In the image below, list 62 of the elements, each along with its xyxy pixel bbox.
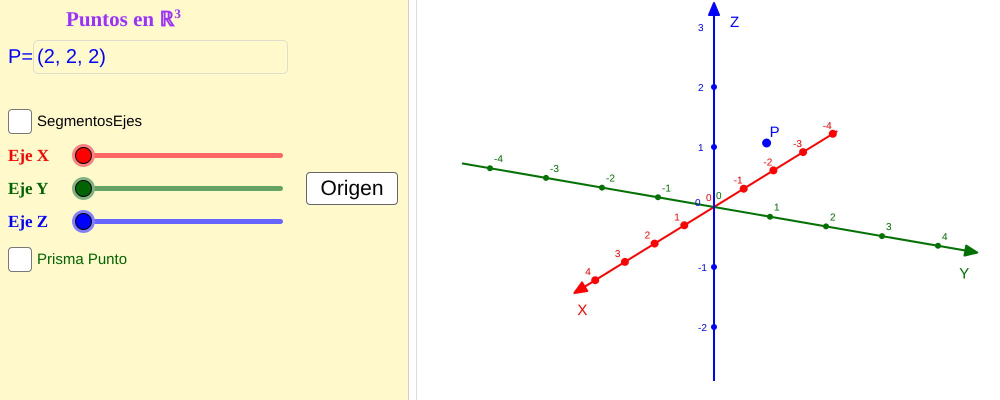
axis-label: X — [577, 302, 588, 319]
checkbox[interactable] — [8, 247, 32, 272]
tick-mark — [711, 144, 717, 150]
tick-label: 1 — [674, 212, 680, 224]
tick-mark — [769, 166, 778, 174]
slider-label: Eje Y — [8, 178, 50, 198]
tick-label: -2 — [606, 174, 615, 185]
tick-mark — [799, 148, 808, 156]
checkbox[interactable] — [8, 109, 32, 134]
slider-thumb[interactable] — [75, 147, 92, 164]
point-name: P — [770, 124, 780, 141]
title: Puntos en ℝ$^{3}$ — [66, 5, 182, 32]
point-label: P= — [8, 46, 34, 68]
tick-label: 1 — [774, 202, 780, 214]
tick-mark — [711, 264, 717, 270]
tick-mark — [711, 84, 717, 90]
tick-mark — [680, 221, 688, 230]
tick-label: 2 — [644, 230, 650, 242]
tick-label: 0 — [716, 191, 722, 202]
tick-mark — [879, 233, 885, 240]
tick-label: 4 — [585, 267, 591, 278]
tick-label: -3 — [793, 139, 802, 150]
tick-mark — [655, 194, 661, 200]
checkbox-label: SegmentosEjes — [37, 113, 142, 130]
tick-label: -2 — [698, 323, 707, 334]
origin-button[interactable]: Origen — [306, 172, 398, 205]
checkbox-label: Prisma Punto — [37, 251, 128, 268]
tick-label: 1 — [698, 143, 704, 154]
point-marker[interactable] — [762, 138, 772, 148]
tick-mark — [740, 184, 748, 193]
axis-label: Z — [730, 14, 740, 31]
tick-mark — [650, 240, 659, 248]
tick-mark — [823, 223, 829, 230]
tick-label: -2 — [763, 157, 772, 168]
slider-label: Eje Z — [8, 212, 50, 232]
tick-mark — [767, 214, 773, 220]
tick-mark — [599, 184, 605, 191]
tick-label: -3 — [550, 164, 559, 175]
tick-label: -1 — [734, 176, 743, 187]
tick-label: 4 — [942, 232, 948, 243]
axis-label: Y — [959, 266, 970, 283]
slider-label: Eje X — [8, 146, 50, 166]
tick-label: 3 — [614, 248, 620, 260]
tick-label: 3 — [886, 222, 892, 234]
tick-mark — [711, 324, 717, 330]
tick-label: 2 — [698, 83, 704, 94]
slider-thumb[interactable] — [75, 213, 92, 230]
tick-label: 0 — [706, 193, 712, 204]
tick-mark — [935, 242, 941, 249]
tick-label: 3 — [698, 23, 704, 34]
tick-label: 2 — [830, 212, 836, 224]
tick-label: -4 — [494, 154, 503, 166]
tick-label: -1 — [698, 263, 707, 274]
tick-mark — [591, 276, 600, 284]
tick-label: -1 — [662, 183, 671, 194]
slider-thumb[interactable] — [75, 180, 92, 197]
tick-label: -4 — [822, 120, 832, 132]
tick-mark — [828, 130, 837, 138]
tick-mark — [487, 165, 493, 172]
input-field[interactable]: (2, 2, 2) — [33, 40, 288, 74]
tick-mark — [543, 174, 549, 181]
tick-mark — [620, 258, 629, 266]
